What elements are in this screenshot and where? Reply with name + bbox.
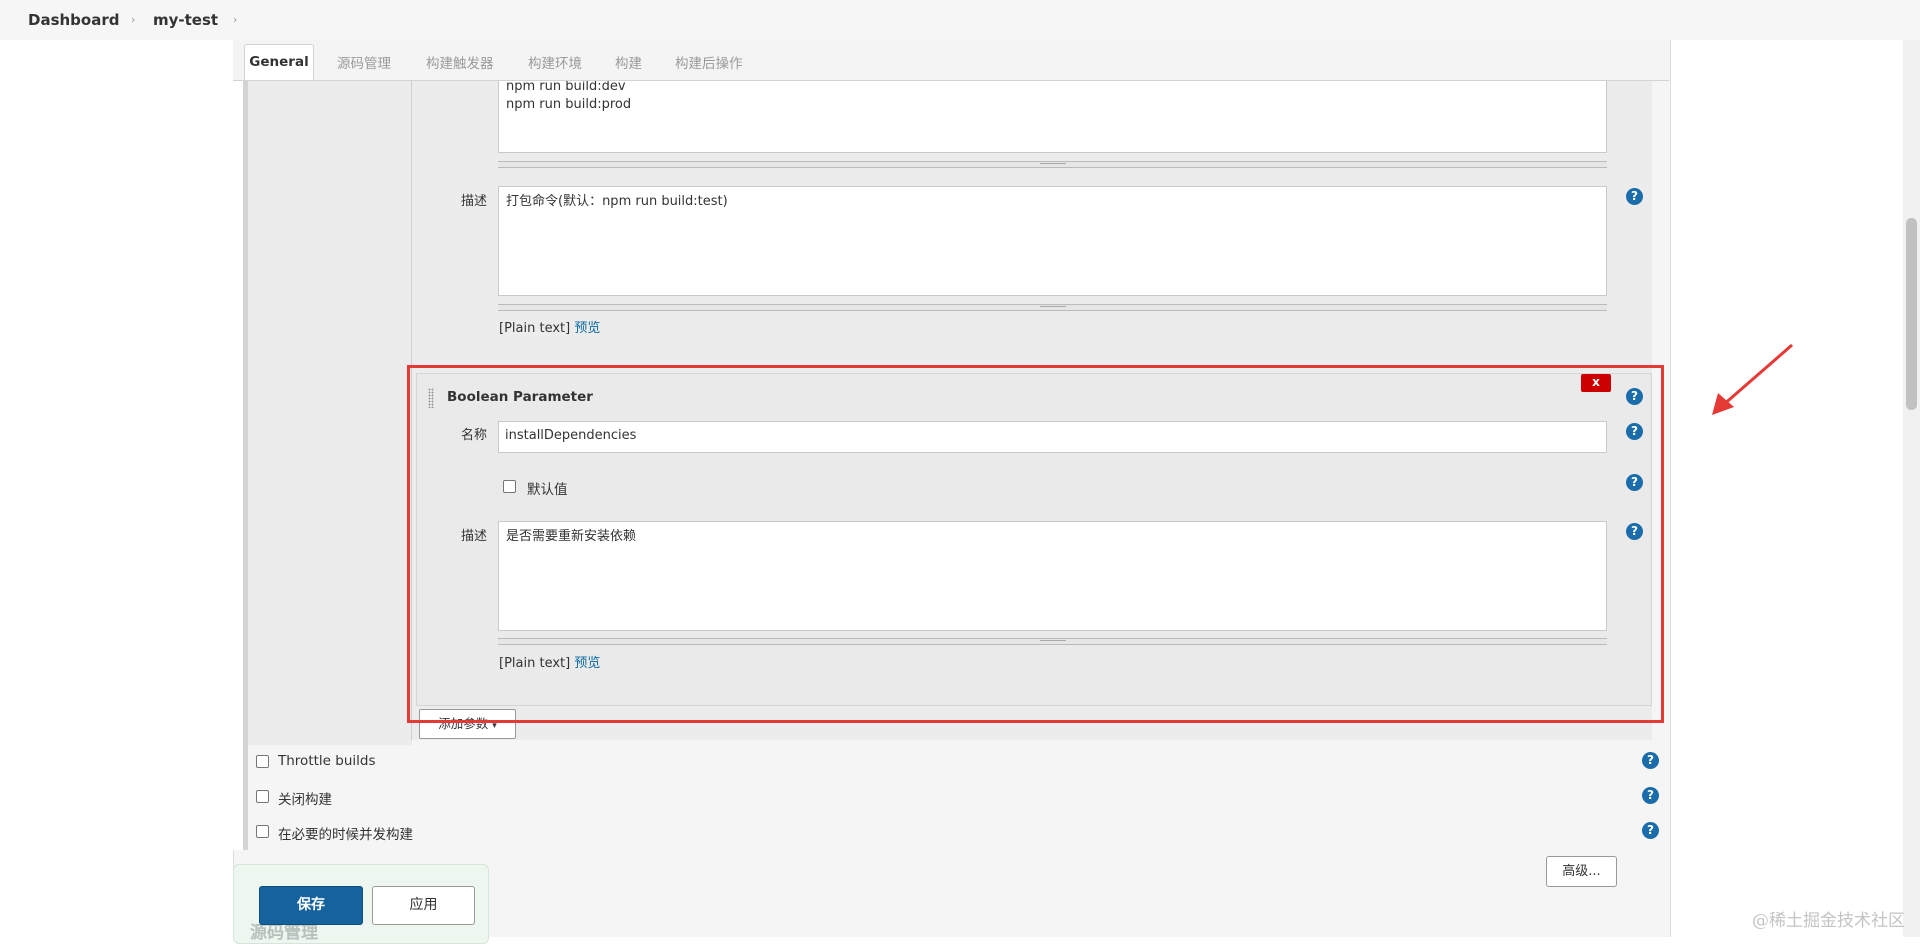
help-icon[interactable]: ?: [1626, 188, 1643, 205]
watermark: @稀土掘金技术社区: [1752, 911, 1905, 931]
annotation-arrow-icon: [1712, 343, 1793, 415]
advanced-button[interactable]: 高级...: [1546, 856, 1617, 887]
tab-build[interactable]: 构建: [615, 52, 642, 72]
concurrent-build-label: 在必要的时候并发构建: [278, 827, 413, 843]
help-icon[interactable]: ?: [1642, 752, 1659, 769]
scrollbar-thumb[interactable]: [1906, 218, 1917, 410]
panel-left-edge: [233, 80, 243, 850]
throttle-builds-label: Throttle builds: [278, 753, 376, 769]
throttle-builds-checkbox[interactable]: [256, 755, 269, 768]
description-label: 描述: [461, 194, 488, 209]
breadcrumb-job[interactable]: my-test: [153, 11, 218, 29]
textarea-resize-handle[interactable]: [498, 304, 1607, 311]
plain-text-note: [Plain text] 预览: [499, 317, 600, 336]
disable-build-checkbox[interactable]: [256, 790, 269, 803]
breadcrumb-dashboard[interactable]: Dashboard: [28, 11, 119, 29]
highlight-box: [407, 365, 1664, 723]
apply-button[interactable]: 应用: [372, 886, 475, 925]
tab-post-build[interactable]: 构建后操作: [675, 52, 743, 72]
disable-build-label: 关闭构建: [278, 792, 332, 808]
chevron-right-icon: ›: [131, 13, 136, 26]
chevron-right-icon[interactable]: ›: [233, 13, 237, 26]
choices-textarea[interactable]: npm run build:dev npm run build:prod: [498, 72, 1607, 153]
save-button[interactable]: 保存: [259, 886, 363, 925]
scrollbar-track[interactable]: [1903, 40, 1920, 937]
tab-build-triggers[interactable]: 构建触发器: [426, 52, 494, 72]
description-textarea[interactable]: 打包命令(默认：npm run build:test): [498, 186, 1607, 296]
tab-general-label: General: [249, 54, 309, 70]
plain-text-label: [Plain text]: [499, 321, 571, 336]
preview-link[interactable]: 预览: [574, 321, 600, 336]
help-icon[interactable]: ?: [1642, 787, 1659, 804]
help-icon[interactable]: ?: [1642, 822, 1659, 839]
textarea-resize-handle[interactable]: [498, 161, 1607, 168]
options-area: [248, 745, 1668, 853]
tab-build-environment[interactable]: 构建环境: [528, 52, 582, 72]
config-tabs: General 源码管理 构建触发器 构建环境 构建 构建后操作: [233, 40, 1669, 81]
tab-scm[interactable]: 源码管理: [337, 52, 391, 72]
breadcrumb-bar: Dashboard › my-test ›: [0, 0, 1920, 40]
param-gutter: [248, 80, 412, 745]
tab-general[interactable]: General: [244, 44, 314, 80]
concurrent-build-checkbox[interactable]: [256, 825, 269, 838]
